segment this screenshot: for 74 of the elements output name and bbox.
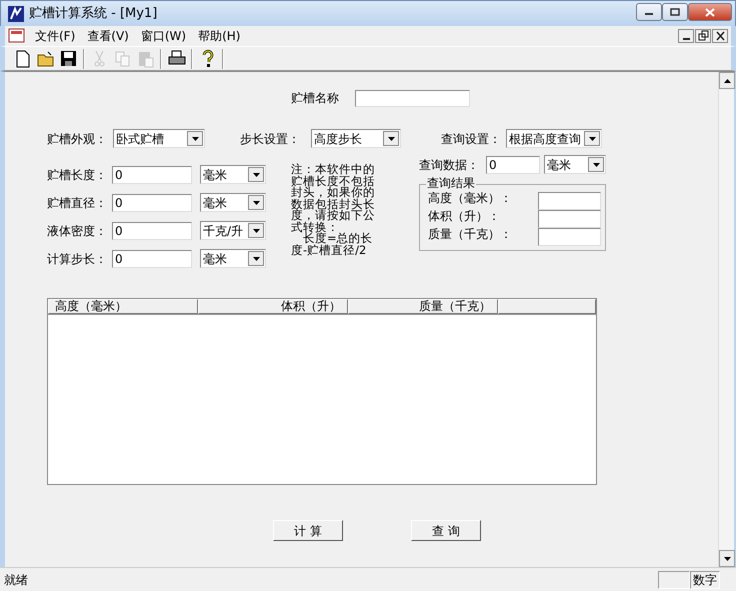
minimize-icon [682,38,690,40]
field-label: 高度（毫米）： [428,192,513,204]
input-field[interactable]: 0 [112,194,192,212]
up-arrow-icon [724,78,730,82]
column-header[interactable]: 质量（千克） [348,299,498,314]
column-header[interactable]: 高度（毫米） [48,299,198,314]
input-field[interactable]: 0 [112,222,192,240]
field-label: 质量（千克）： [428,228,513,240]
dropdown-arrow-icon [592,162,600,166]
folder-icon [36,49,55,68]
note-text: 注：本软件中的贮槽长度不包括封头，如果你的数据包括封头长度，请按如下公式转换： [291,164,376,233]
document-icon [8,28,26,44]
down-arrow-icon [724,556,730,560]
minimize-button[interactable] [678,29,694,43]
restore-button[interactable] [695,29,711,43]
dropdown-arrow-icon [192,136,198,140]
minimize-button[interactable] [636,3,662,21]
column-header[interactable]: 体积（升） [198,299,348,314]
dropdown[interactable]: 千克/升 [200,221,266,240]
status-text: 就绪 [4,572,28,588]
input-field[interactable]: 0 [486,156,540,174]
save-icon [59,49,78,68]
action-button[interactable]: 计 算 [273,520,343,541]
action-button[interactable]: 查 询 [411,520,481,541]
paste-icon [136,49,155,68]
app-icon [7,4,25,22]
menu-item[interactable]: 文件(F) [29,27,82,45]
field-label: 贮槽外观： [47,130,108,148]
status-indicator: 数字 [690,570,720,588]
field-label: 查询设置： [441,130,502,148]
input-field[interactable]: 0 [112,166,192,184]
dropdown[interactable]: 毫米 [200,249,266,268]
input-field[interactable] [355,90,470,106]
close-button[interactable] [712,29,728,43]
field-label: 贮槽长度： [47,166,108,184]
restore-icon [696,30,710,42]
field-label: 贮槽名称 [291,90,339,107]
menu-item[interactable]: 查看(V) [81,27,135,45]
close-icon [705,8,715,16]
window-title: 贮槽计算系统 - [My1] [29,4,158,23]
field-label: 体积（升）： [428,210,501,222]
note-text: 长度=总的长度-贮槽直径/2 [291,233,374,256]
dropdown[interactable]: 高度步长 [311,129,401,148]
dropdown-arrow-icon [252,200,260,204]
dropdown-arrow-icon [252,228,260,232]
field-label: 查询数据： [419,156,480,174]
copy-icon [113,49,132,68]
field-label: 贮槽直径： [47,194,108,212]
close-icon [714,30,726,42]
dropdown[interactable]: 毫米 [200,165,266,184]
dropdown-arrow-icon [588,136,596,140]
input-field[interactable] [538,192,601,210]
menu-item[interactable]: 窗口(W) [134,27,192,45]
dropdown[interactable]: 毫米 [200,193,266,212]
maximize-icon [670,8,680,16]
group-title: 查询结果 [426,176,476,190]
dropdown[interactable]: 卧式贮槽 [113,129,205,148]
field-label: 计算步长： [47,250,108,268]
field-label: 步长设置： [240,130,301,148]
dropdown-arrow-icon [252,172,260,176]
dropdown-arrow-icon [388,136,394,140]
input-field[interactable] [538,210,601,228]
field-label: 液体密度： [47,222,108,240]
dropdown-arrow-icon [252,256,260,260]
status-pane [658,570,690,588]
input-field[interactable]: 0 [112,250,192,268]
maximize-button[interactable] [662,3,688,21]
menu-item[interactable]: 帮助(H) [192,27,246,45]
scrollbar[interactable] [718,72,734,567]
input-field[interactable] [538,228,601,246]
dropdown[interactable]: 根据高度查询 [506,129,602,148]
scroll-up-button[interactable] [719,72,735,89]
dropdown[interactable]: 毫米 [544,155,606,174]
scroll-down-button[interactable] [719,550,735,567]
